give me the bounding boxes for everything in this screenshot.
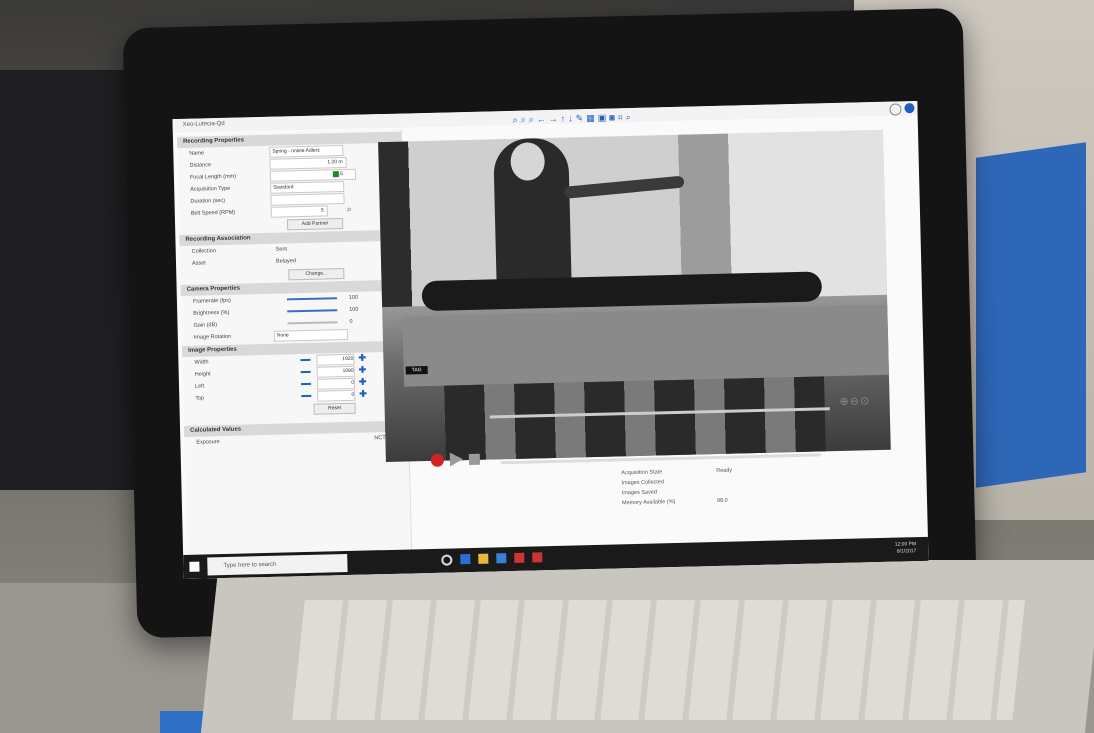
overlay-tag: TAG [405, 366, 428, 375]
prop-label: Exposure [196, 439, 220, 446]
zoom-out-icon[interactable]: ⌕ [521, 115, 526, 127]
image-rotation-select[interactable]: None [273, 328, 348, 342]
increment-button[interactable]: ✚ [359, 389, 367, 400]
arrow-left-icon[interactable]: ← [537, 114, 546, 126]
prop-label: Width [194, 359, 209, 366]
help-icon[interactable] [889, 103, 902, 116]
prop-label: Acquisition Type [190, 185, 231, 193]
prop-label: Collection [191, 248, 216, 255]
arrow-up-icon[interactable]: ↑ [561, 114, 566, 126]
zoom-fit-icon[interactable]: ⌕ [529, 114, 534, 126]
folder-icon[interactable] [478, 553, 489, 564]
prop-label: Top [195, 395, 205, 402]
lock-icon[interactable]: ▣ [598, 113, 607, 125]
record-button[interactable] [430, 453, 445, 467]
change-button[interactable]: Change... [288, 268, 345, 281]
acquisition-stats: Acquisition State Ready Images Collected … [621, 467, 732, 508]
zoom-in-icon[interactable]: ⌕ [512, 115, 517, 127]
prop-label: Left [194, 383, 205, 390]
stat-label: Acquisition State [621, 469, 663, 477]
pencil-icon[interactable]: ✎ [576, 113, 584, 125]
crop-icon[interactable]: ⌗ [618, 112, 623, 124]
taskbar-clock[interactable]: 12:00 PM 8/1/2017 [895, 541, 917, 556]
prop-label: Name [189, 150, 205, 157]
laptop-keyboard-deck [200, 560, 1094, 733]
edge-icon[interactable] [460, 554, 471, 565]
decrement-button[interactable] [301, 394, 312, 398]
prop-label: Gain (dB) [193, 322, 218, 329]
taskbar-apps [441, 552, 543, 566]
stat-label: Memory Available (%) [621, 498, 676, 507]
prop-label: Focal Length (mm) [189, 173, 237, 181]
prop-label: Distance [189, 162, 212, 169]
decrement-button[interactable] [300, 370, 311, 374]
app-icon[interactable] [532, 552, 543, 563]
stat-label: Images Collected [621, 479, 665, 487]
stat-value: 98.0 [716, 497, 728, 504]
decrement-button[interactable] [300, 358, 311, 362]
increment-button[interactable]: ✚ [358, 353, 366, 364]
laptop-screen: Xeo-Lutecia-Qd ⌕ ⌕ ⌕ ← → ↑ ↓ ✎ ▦ ▣ ◙ ⌗ ⌕… [172, 100, 929, 580]
decrement-button[interactable] [300, 382, 312, 386]
prop-label: Belt Speed (RPM) [190, 209, 236, 217]
asset-value: Belayed [275, 258, 296, 265]
taskbar-search-input[interactable]: Type here to search [207, 554, 348, 576]
camera-icon[interactable]: ◙ [609, 112, 615, 124]
search-icon[interactable]: ⌕ [347, 204, 352, 215]
store-icon[interactable] [496, 553, 507, 564]
preview-legs [444, 376, 826, 461]
windows-start-icon[interactable] [189, 561, 200, 572]
increment-button[interactable]: ✚ [359, 365, 367, 376]
brightness-value: 100 [349, 306, 359, 313]
brightness-slider[interactable] [287, 309, 338, 313]
zoom-in-icon[interactable]: ⊕ [839, 396, 850, 408]
collection-value: Sent [275, 246, 288, 253]
prop-label: Height [194, 371, 211, 378]
stat-row: Memory Available (%) 98.0 [621, 497, 728, 508]
cortana-icon[interactable] [441, 554, 453, 566]
app-icon[interactable] [514, 552, 525, 563]
increment-button[interactable]: ✚ [359, 377, 367, 388]
arrow-down-icon[interactable]: ↓ [568, 113, 573, 125]
stat-label: Images Saved [621, 489, 658, 497]
keyboard-keys [292, 600, 1025, 720]
stat-value: Ready [716, 467, 733, 474]
exposure-value: NCT [374, 435, 386, 442]
search-icon[interactable]: ⌕ [626, 112, 631, 124]
prop-label: Framerate (fps) [192, 297, 231, 305]
framerate-slider[interactable] [286, 297, 337, 301]
zoom-reset-icon[interactable]: ⊙ [860, 395, 871, 407]
arrow-right-icon[interactable]: → [549, 114, 558, 126]
video-toolbar: ⌕ ⌕ ⌕ ← → ↑ ↓ ✎ ▦ ▣ ◙ ⌗ ⌕ [512, 112, 631, 127]
play-button[interactable] [449, 452, 464, 467]
info-icon[interactable] [904, 103, 915, 114]
clock-date: 8/1/2017 [896, 548, 917, 555]
preview-table [402, 304, 889, 387]
prop-label: Image Rotation [193, 333, 232, 341]
zoom-controls: ⊕⊖⊙ [839, 394, 870, 408]
framerate-value: 100 [348, 294, 359, 301]
prop-label: Asset [191, 260, 206, 267]
stop-button[interactable] [468, 453, 481, 465]
status-indicator-icon [332, 171, 339, 178]
app-title: Xeo-Lutecia-Qd [182, 120, 225, 128]
background-blue-panel [976, 142, 1086, 488]
properties-panel: Recording Properties Name Spring - onsite… [176, 129, 413, 555]
gain-slider[interactable] [287, 321, 338, 325]
playback-controls [430, 452, 481, 467]
prop-label: Brightness (%) [193, 309, 230, 317]
add-partner-button[interactable]: Add Partner [286, 218, 344, 231]
prop-label: Duration (sec) [190, 197, 226, 205]
grid-icon[interactable]: ▦ [586, 113, 595, 125]
gain-value: 0 [349, 318, 353, 325]
reset-button[interactable]: Reset [313, 402, 356, 415]
